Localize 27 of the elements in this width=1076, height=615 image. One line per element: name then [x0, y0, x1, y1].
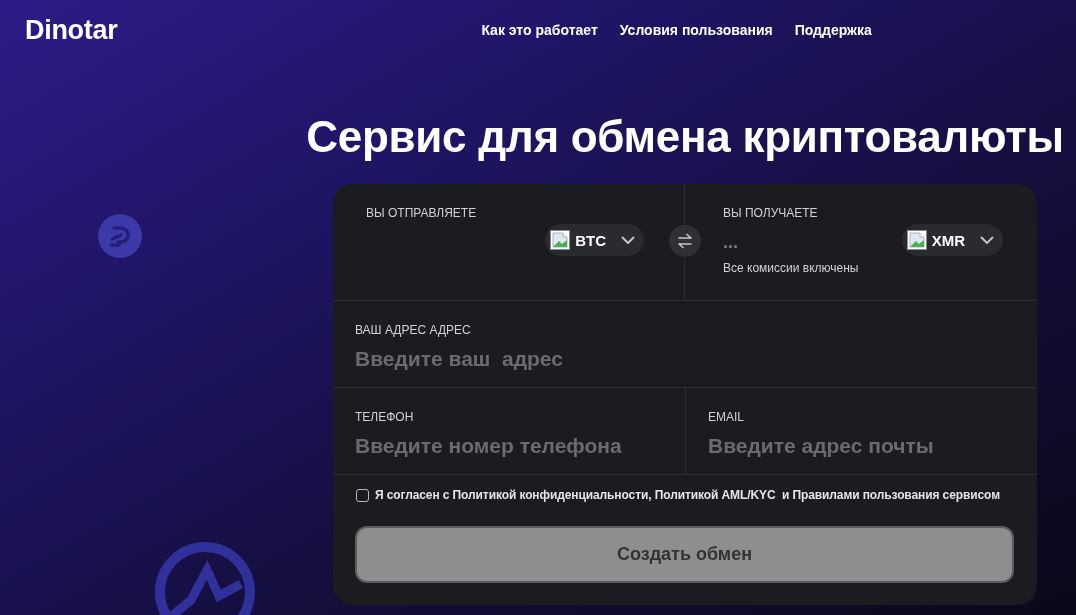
- field-label: ВАШ АДРЕС АДРЕС: [355, 323, 472, 337]
- currency-select[interactable]: BTC: [545, 224, 644, 256]
- chevron-down-icon: [980, 235, 994, 245]
- agreement-text: Я согласен с Политикой конфиденциальности, Политикой AML/KYC и Правилами пользования сервисом: [375, 488, 1000, 502]
- field-label: ВЫ ПОЛУЧАЕТЕ: [723, 206, 819, 220]
- hero-title: Сервис для обмена криптовалюты: [306, 111, 1064, 163]
- nav-link[interactable]: Условия пользования: [619, 22, 773, 38]
- checkbox[interactable]: [356, 488, 369, 502]
- input-field[interactable]: Введите ваш адрес: [355, 345, 1017, 373]
- field-label: ВЫ ОТПРАВЛЯЕТЕ: [366, 206, 478, 220]
- input-field[interactable]: Введите адрес почты: [708, 432, 1017, 460]
- chevron-down-icon: [621, 235, 635, 245]
- fee-note: Все комиссии включены: [723, 261, 859, 275]
- field-label: ТЕЛЕФОН: [355, 410, 415, 424]
- coin-icon: [98, 214, 142, 258]
- nav-link[interactable]: Как это работает: [481, 22, 598, 38]
- field-label: EMAIL: [708, 410, 745, 424]
- nav-link[interactable]: Поддержка: [794, 22, 872, 38]
- received-amount: ...: [723, 231, 738, 254]
- currency-select[interactable]: XMR: [901, 224, 1003, 256]
- swap-button[interactable]: [669, 225, 701, 257]
- image-icon: [550, 230, 571, 250]
- input-field[interactable]: Введите номер телефона: [355, 432, 665, 460]
- m-coin-icon: [153, 540, 257, 615]
- image-icon: [906, 230, 927, 250]
- swap-icon: [676, 233, 694, 249]
- logo[interactable]: Dinotar: [25, 14, 118, 46]
